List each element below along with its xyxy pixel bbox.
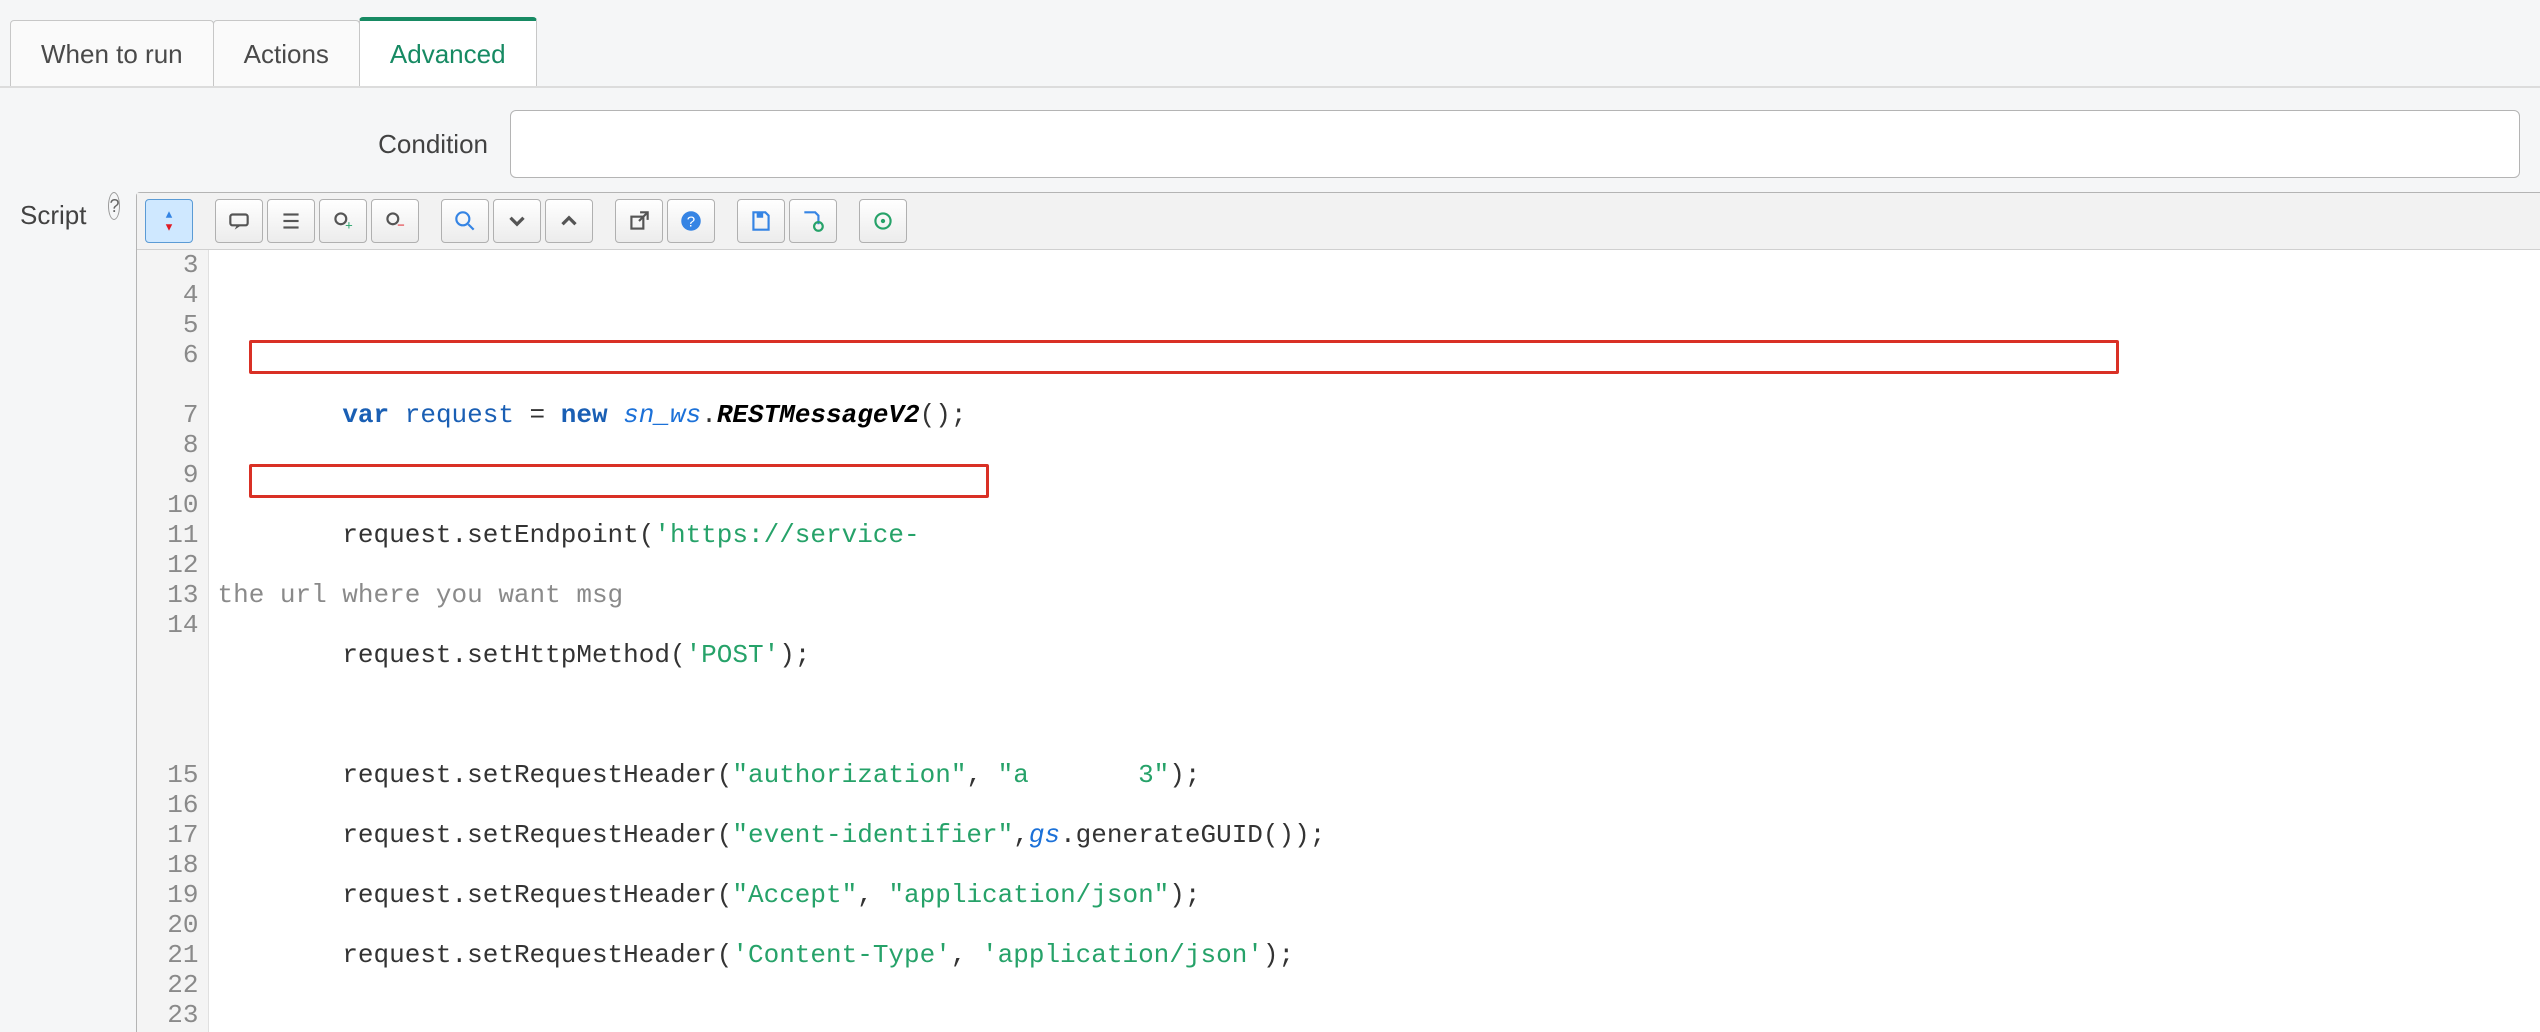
gutter-line: [137, 640, 198, 670]
code-line-3: [217, 340, 2540, 370]
script-label: Script: [20, 192, 108, 231]
cog-plus-icon: +: [330, 208, 356, 234]
gutter-line: [137, 670, 198, 700]
script-toolbar: + − ?: [137, 193, 2540, 250]
gutter-line: 8: [137, 430, 198, 460]
tab-advanced[interactable]: Advanced: [359, 17, 537, 86]
gutter-line: 16: [137, 790, 198, 820]
toolbar-tree-expand-button[interactable]: +: [319, 199, 367, 243]
toolbar-help-button[interactable]: ?: [667, 199, 715, 243]
condition-label: Condition: [20, 129, 510, 160]
chevron-up-icon: [556, 208, 582, 234]
svg-text:+: +: [346, 218, 354, 233]
svg-text:?: ?: [687, 213, 695, 230]
gutter-line: 20: [137, 910, 198, 940]
chevron-down-icon: [504, 208, 530, 234]
condition-input[interactable]: [510, 110, 2520, 178]
gutter-line: 7: [137, 400, 198, 430]
external-link-icon: [626, 208, 652, 234]
help-filled-icon: ?: [678, 208, 704, 234]
gutter-line: 11: [137, 520, 198, 550]
tab-when-to-run[interactable]: When to run: [10, 20, 214, 86]
code-line-8: [217, 700, 2540, 730]
toolbar-tree-collapse-button[interactable]: −: [371, 199, 419, 243]
code-line-13: [217, 1000, 2540, 1030]
form-area: Condition Script ? +: [0, 88, 2540, 1032]
gutter-line: 3: [137, 250, 198, 280]
gutter-line: [137, 730, 198, 760]
toolbar-find-next-button[interactable]: [493, 199, 541, 243]
code-line-4: var request = new sn_ws.RESTMessageV2();: [217, 400, 2540, 430]
code-line-5: [217, 460, 2540, 490]
code-line-7: request.setHttpMethod('POST');: [217, 640, 2540, 670]
gutter-line: 5: [137, 310, 198, 340]
save-icon: [748, 208, 774, 234]
toolbar-save-button[interactable]: [737, 199, 785, 243]
code-area[interactable]: var request = new sn_ws.RESTMessageV2();…: [209, 250, 2540, 1032]
script-row: Script ? + −: [20, 192, 2520, 1032]
toolbar-search-button[interactable]: [441, 199, 489, 243]
code-editor[interactable]: 3 4 5 6 7 8 9 10 11 12 13 14: [137, 250, 2540, 1032]
gutter-line: 23: [137, 1000, 198, 1030]
cog-minus-icon: −: [382, 208, 408, 234]
search-icon: [452, 208, 478, 234]
toolbar-comment-button[interactable]: [215, 199, 263, 243]
tabbar: When to run Actions Advanced: [0, 0, 2540, 88]
gutter-line: 9: [137, 460, 198, 490]
gutter-line: 12: [137, 550, 198, 580]
svg-text:−: −: [398, 218, 406, 233]
line-number-gutter: 3 4 5 6 7 8 9 10 11 12 13 14: [137, 250, 209, 1032]
gutter-line: 21: [137, 940, 198, 970]
tab-actions[interactable]: Actions: [213, 20, 360, 86]
gutter-line: 22: [137, 970, 198, 1000]
comment-icon: [226, 208, 252, 234]
script-editor-wrap: + − ?: [136, 192, 2540, 1032]
code-line-6: request.setEndpoint('https://service- s'…: [217, 520, 2540, 550]
toolbar-indent-button[interactable]: [267, 199, 315, 243]
gutter-line: 13: [137, 580, 198, 610]
toolbar-popout-button[interactable]: [615, 199, 663, 243]
code-line-10: request.setRequestHeader("event-identifi…: [217, 820, 2540, 850]
toolbar-find-prev-button[interactable]: [545, 199, 593, 243]
refresh-cog-icon: [870, 208, 896, 234]
help-icon[interactable]: ?: [108, 192, 120, 220]
gutter-line: 14: [137, 610, 198, 640]
code-line-9: request.setRequestHeader("authorization"…: [217, 760, 2540, 790]
gutter-line: 6: [137, 340, 198, 370]
save-cog-icon: [800, 208, 826, 234]
code-line-11: request.setRequestHeader("Accept", "appl…: [217, 880, 2540, 910]
toolbar-format-button[interactable]: [145, 199, 193, 243]
toolbar-refresh-button[interactable]: [859, 199, 907, 243]
gutter-line: 18: [137, 850, 198, 880]
gutter-line: 15: [137, 760, 198, 790]
gutter-line: 17: [137, 820, 198, 850]
condition-row: Condition: [20, 110, 2520, 178]
gutter-line: [137, 700, 198, 730]
format-code-icon: [156, 208, 182, 234]
gutter-line: [137, 370, 198, 400]
code-line-12: request.setRequestHeader('Content-Type',…: [217, 940, 2540, 970]
gutter-line: 19: [137, 880, 198, 910]
toolbar-save-cog-button[interactable]: [789, 199, 837, 243]
gutter-line: 4: [137, 280, 198, 310]
gutter-line: 10: [137, 490, 198, 520]
code-line-6-wrap: the url where you want msg: [217, 580, 2540, 610]
indent-icon: [278, 208, 304, 234]
